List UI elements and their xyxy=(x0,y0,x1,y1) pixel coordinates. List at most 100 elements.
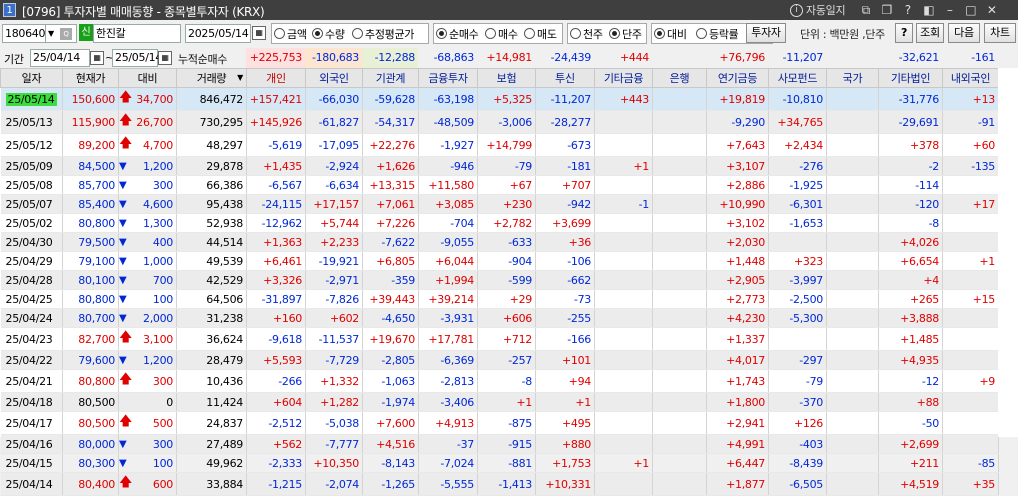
link-icon[interactable]: ⧉ xyxy=(857,2,874,18)
radio-avg-price[interactable]: 추정평균가 xyxy=(352,24,414,43)
date-text: 25/04/28 xyxy=(5,273,53,287)
column-header[interactable]: 기관계 xyxy=(362,68,419,88)
date-cell[interactable]: 25/04/30 xyxy=(0,232,63,252)
chart-button[interactable]: 차트 xyxy=(984,23,1016,43)
diff-cell: 🡅 3,100 xyxy=(118,327,177,351)
sort-dropdown-icon[interactable]: ▼ xyxy=(237,73,243,82)
date-cell[interactable]: 25/04/25 xyxy=(0,289,63,309)
radio-change-rate[interactable]: 등락률 xyxy=(696,24,739,43)
date-cell[interactable]: 25/05/14 xyxy=(0,87,63,111)
investor-value-cell xyxy=(826,156,879,176)
auto-update-toggle[interactable]: i 자동일지 xyxy=(790,2,846,18)
table-row[interactable]: 25/05/12 89,200 🡅 4,700 48,297 -5,619 -17,095 +… xyxy=(0,133,999,157)
column-header[interactable]: 투신 xyxy=(535,68,595,88)
column-header[interactable]: 외국인 xyxy=(305,68,363,88)
table-row[interactable]: 25/04/28 80,100 ▼ 700 42,529 +3,326 -2,971 -359… xyxy=(0,270,999,290)
table-row[interactable]: 25/04/22 79,600 ▼ 1,200 28,479 +5,593 -7,729 -2… xyxy=(0,350,999,370)
investor-value-cell xyxy=(652,87,707,111)
help-button[interactable]: ? xyxy=(895,23,913,43)
table-row[interactable]: 25/04/18 80,500 0 11,424 +604 +1,282 -1,974 -3,… xyxy=(0,392,999,412)
stock-code-dropdown[interactable]: ▼ Q xyxy=(45,24,77,43)
calendar-icon[interactable]: ▦ xyxy=(252,26,266,40)
investor-value-cell xyxy=(826,213,879,233)
end-calendar-icon[interactable]: ▦ xyxy=(158,51,172,65)
investor-button[interactable]: 투자자 xyxy=(746,23,786,43)
column-header[interactable]: 대비 xyxy=(118,68,177,88)
column-header[interactable]: 사모펀드 xyxy=(768,68,827,88)
date-cell[interactable]: 25/04/29 xyxy=(0,251,63,271)
column-header[interactable]: 현재가 xyxy=(62,68,119,88)
column-header[interactable]: 연기금등 xyxy=(706,68,769,88)
column-header[interactable]: 은행 xyxy=(652,68,707,88)
radio-thousand-shares[interactable]: 천주 xyxy=(570,24,603,43)
date-cell[interactable]: 25/04/16 xyxy=(0,434,63,454)
next-button[interactable]: 다음 xyxy=(948,23,980,43)
column-header[interactable]: 보험 xyxy=(477,68,536,88)
table-row[interactable]: 25/05/02 80,800 ▼ 1,300 52,938 -12,962 +5,744 +… xyxy=(0,213,999,233)
date-cell[interactable]: 25/05/07 xyxy=(0,194,63,214)
radio-buy[interactable]: 매수 xyxy=(485,24,518,43)
radio-sell[interactable]: 매도 xyxy=(524,24,557,43)
radio-amount[interactable]: 금액 xyxy=(274,24,307,43)
minimize-icon[interactable]: – xyxy=(941,2,958,18)
date-cell[interactable]: 25/04/21 xyxy=(0,369,63,393)
table-row[interactable]: 25/04/15 80,300 ▼ 100 49,962 -2,333 +10,350 -8,… xyxy=(0,453,999,473)
query-button[interactable]: 조회 xyxy=(916,23,944,43)
column-header[interactable]: 개인 xyxy=(246,68,306,88)
date-cell[interactable]: 25/05/08 xyxy=(0,175,63,195)
table-row[interactable]: 25/04/16 80,000 ▼ 300 27,489 +562 -7,777 +4,516… xyxy=(0,434,999,454)
column-header[interactable]: 금융투자 xyxy=(418,68,478,88)
table-row[interactable]: 25/04/14 80,400 🡅 600 33,884 -1,215 -2,074 -1,2… xyxy=(0,472,999,496)
price-cell: 80,800 xyxy=(62,369,119,393)
down-triangle-icon: ▼ xyxy=(119,236,127,248)
table-row[interactable]: 25/04/25 80,800 ▼ 100 64,506 -31,897 -7,826 +39… xyxy=(0,289,999,309)
column-header[interactable]: 내외국인 xyxy=(942,68,999,88)
table-row[interactable]: 25/04/29 79,100 ▼ 1,000 49,539 +6,461 -19,921 +… xyxy=(0,251,999,271)
column-header[interactable]: 기타금융 xyxy=(594,68,653,88)
end-date-input[interactable]: 2025/05/14 xyxy=(185,24,251,43)
table-row[interactable]: 25/05/09 84,500 ▼ 1,200 29,878 +1,435 -2,924 +1… xyxy=(0,156,999,176)
table-row[interactable]: 25/04/23 82,700 🡅 3,100 36,624 -9,618 -11,537 +… xyxy=(0,327,999,351)
stock-code-input[interactable]: 180640 xyxy=(2,24,46,43)
help-icon[interactable]: ? xyxy=(899,2,916,18)
table-row[interactable]: 25/04/21 80,800 🡅 300 10,436 -266 +1,332 -1,063… xyxy=(0,369,999,393)
date-cell[interactable]: 25/04/28 xyxy=(0,270,63,290)
date-cell[interactable]: 25/04/17 xyxy=(0,411,63,435)
table-row[interactable]: 25/05/08 85,700 ▼ 300 66,386 -6,567 -6,634 +13,… xyxy=(0,175,999,195)
table-row[interactable]: 25/05/14 150,600 🡅 34,700 846,472 +157,421 -66… xyxy=(0,87,999,111)
date-cell[interactable]: 25/04/14 xyxy=(0,472,63,496)
search-icon[interactable]: Q xyxy=(60,28,72,40)
column-header[interactable]: 거래량 ▼ xyxy=(176,68,247,88)
date-cell[interactable]: 25/04/22 xyxy=(0,350,63,370)
table-row[interactable]: 25/04/30 79,500 ▼ 400 44,514 +1,363 +2,233 -7,6… xyxy=(0,232,999,252)
radio-diff[interactable]: 대비 xyxy=(654,24,687,43)
table-row[interactable]: 25/04/24 80,700 ▼ 2,000 31,238 +160 +602 -4,650… xyxy=(0,308,999,328)
period-end-input[interactable]: 25/05/14 xyxy=(112,49,162,67)
date-cell[interactable]: 25/05/12 xyxy=(0,133,63,157)
maximize-icon[interactable]: □ xyxy=(962,2,979,18)
date-cell[interactable]: 25/04/15 xyxy=(0,453,63,473)
stock-name-field[interactable]: 한진칼 xyxy=(93,24,181,43)
window-number-badge[interactable]: 1 xyxy=(3,3,16,17)
date-cell[interactable]: 25/05/13 xyxy=(0,110,63,134)
date-cell[interactable]: 25/04/23 xyxy=(0,327,63,351)
column-header[interactable]: 국가 xyxy=(826,68,879,88)
table-row[interactable]: 25/04/17 80,500 🡅 500 24,837 -2,512 -5,038 +7,6… xyxy=(0,411,999,435)
column-header[interactable]: 일자 xyxy=(0,68,63,88)
column-header[interactable]: 기타법인 xyxy=(878,68,943,88)
start-calendar-icon[interactable]: ▦ xyxy=(90,51,104,65)
radio-net-buy[interactable]: 순매수 xyxy=(436,24,479,43)
date-cell[interactable]: 25/04/18 xyxy=(0,392,63,412)
radio-quantity[interactable]: 수량 xyxy=(312,24,345,43)
date-cell[interactable]: 25/05/02 xyxy=(0,213,63,233)
copy-icon[interactable]: ❐ xyxy=(878,2,895,18)
up-arrow-icon: 🡅 xyxy=(119,136,133,151)
radio-single-shares[interactable]: 단주 xyxy=(609,24,642,43)
table-row[interactable]: 25/05/07 85,400 ▼ 4,600 95,438 -24,115 +17,157… xyxy=(0,194,999,214)
close-icon[interactable]: ✕ xyxy=(983,2,1000,18)
start-date-input[interactable]: 25/04/14 xyxy=(30,49,90,67)
restore-icon[interactable]: ◧ xyxy=(920,2,937,18)
table-row[interactable]: 25/05/13 115,900 🡅 26,700 730,295 +145,926 -61… xyxy=(0,110,999,134)
date-cell[interactable]: 25/05/09 xyxy=(0,156,63,176)
date-cell[interactable]: 25/04/24 xyxy=(0,308,63,328)
